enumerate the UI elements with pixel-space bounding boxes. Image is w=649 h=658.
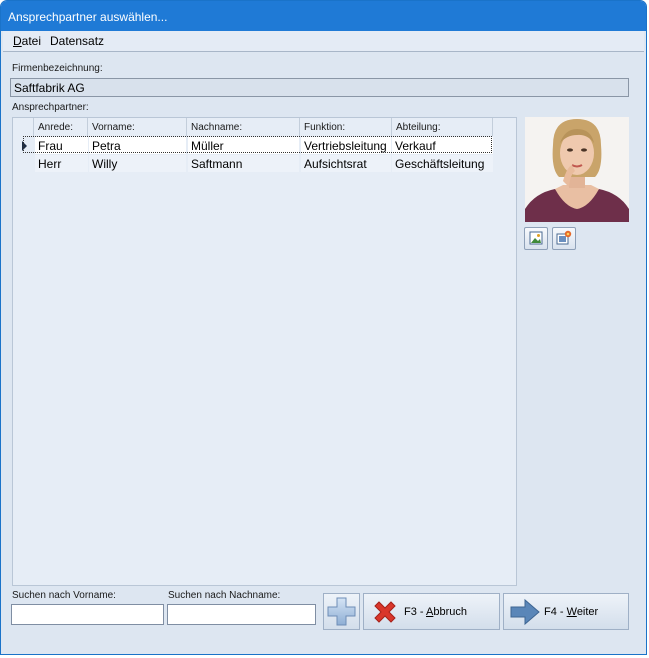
cell-abteilung[interactable]: Geschäftsleitung bbox=[392, 155, 493, 172]
cell-anrede[interactable]: Frau bbox=[35, 137, 88, 154]
row-selector[interactable] bbox=[13, 155, 34, 172]
company-field: Saftfabrik AG bbox=[10, 78, 629, 97]
next-label: F4 - Weiter bbox=[544, 606, 598, 618]
dialog-window: Ansprechpartner auswählen... Datei Daten… bbox=[0, 0, 647, 655]
next-key: F4 - bbox=[544, 606, 567, 618]
cell-nachname[interactable]: Saftmann bbox=[188, 155, 299, 172]
cell-nachname[interactable]: Müller bbox=[188, 137, 299, 154]
cancel-text: bbruch bbox=[433, 606, 467, 618]
next-accel: W bbox=[566, 606, 577, 618]
menu-bar: Datei Datensatz bbox=[3, 31, 644, 52]
cancel-label: F3 - Abbruch bbox=[404, 606, 467, 618]
column-anrede[interactable]: Anrede: bbox=[34, 118, 88, 136]
search-firstname-label: Suchen nach Vorname: bbox=[12, 590, 116, 601]
row-selector[interactable] bbox=[13, 137, 34, 154]
cell-abteilung[interactable]: Verkauf bbox=[392, 137, 493, 154]
column-abteilung[interactable]: Abteilung: bbox=[392, 118, 493, 136]
column-funktion[interactable]: Funktion: bbox=[300, 118, 392, 136]
cell-vorname[interactable]: Petra bbox=[89, 137, 186, 154]
cell-anrede[interactable]: Herr bbox=[35, 155, 88, 172]
menu-datensatz[interactable]: Datensatz bbox=[50, 34, 104, 48]
image-edit-icon bbox=[556, 230, 572, 245]
cancel-key: F3 - bbox=[404, 606, 427, 618]
column-vorname[interactable]: Vorname: bbox=[88, 118, 187, 136]
menu-datei[interactable]: Datei bbox=[13, 34, 41, 48]
cell-funktion[interactable]: Vertriebsleitung bbox=[301, 137, 391, 154]
title-bar[interactable]: Ansprechpartner auswählen... bbox=[1, 1, 646, 31]
header-selector bbox=[13, 118, 34, 136]
plus-icon bbox=[327, 597, 356, 626]
image-load-icon bbox=[529, 231, 543, 245]
next-text: eiter bbox=[576, 606, 599, 618]
menu-datei-label: atei bbox=[21, 34, 42, 48]
edit-image-button[interactable] bbox=[552, 227, 576, 250]
company-value: Saftfabrik AG bbox=[14, 81, 85, 95]
cell-funktion[interactable]: Aufsichtsrat bbox=[301, 155, 391, 172]
current-row-icon bbox=[22, 141, 27, 151]
cell-vorname[interactable]: Willy bbox=[89, 155, 186, 172]
column-nachname[interactable]: Nachname: bbox=[187, 118, 300, 136]
company-label: Firmenbezeichnung: bbox=[12, 63, 103, 74]
add-contact-button[interactable] bbox=[323, 593, 360, 630]
cancel-button[interactable]: F3 - Abbruch bbox=[363, 593, 500, 630]
contacts-grid[interactable]: Anrede: Vorname: Nachname: Funktion: Abt… bbox=[12, 117, 517, 586]
contact-photo bbox=[525, 117, 629, 222]
search-lastname-label: Suchen nach Nachname: bbox=[168, 590, 281, 601]
search-lastname-input[interactable] bbox=[167, 604, 316, 625]
contacts-label: Ansprechpartner: bbox=[12, 102, 89, 113]
next-button[interactable]: F4 - Weiter bbox=[503, 593, 629, 630]
menu-datei-accel: D bbox=[13, 34, 22, 48]
arrow-right-icon bbox=[510, 598, 540, 626]
load-image-button[interactable] bbox=[524, 227, 548, 250]
search-firstname-input[interactable] bbox=[11, 604, 164, 625]
window-title: Ansprechpartner auswählen... bbox=[8, 10, 168, 24]
portrait-image bbox=[525, 117, 629, 222]
cancel-x-icon bbox=[374, 601, 396, 623]
